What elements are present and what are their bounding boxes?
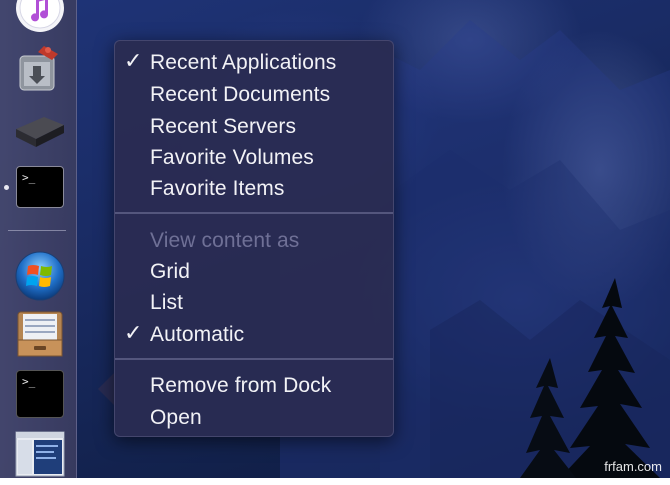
menu-item-remove-from-dock[interactable]: Remove from Dock (115, 370, 393, 400)
menu-item-label: Open (150, 406, 202, 429)
menu-separator (115, 212, 393, 214)
menu-item-recent-servers[interactable]: Recent Servers (115, 111, 393, 141)
checkmark-icon: ✓ (124, 321, 143, 346)
watermark-text: frfam.com (604, 459, 662, 474)
menu-item-label: Automatic (150, 323, 245, 346)
menu-item-label: Recent Documents (150, 83, 331, 106)
menu-item-grid[interactable]: Grid (115, 256, 393, 286)
menu-item-favorite-volumes[interactable]: Favorite Volumes (115, 142, 393, 172)
dock: >_ >_ (0, 0, 77, 478)
menu-item-label: Recent Servers (150, 115, 297, 138)
installer-icon[interactable] (14, 42, 66, 94)
drawer-icon[interactable] (14, 308, 66, 360)
server-drive-icon[interactable] (14, 103, 66, 155)
dock-context-menu: ✓ Recent Applications Recent Documents R… (114, 40, 394, 437)
menu-item-label: Grid (150, 260, 191, 283)
checkmark-icon: ✓ (124, 49, 143, 74)
menu-item-label: Remove from Dock (150, 374, 332, 397)
terminal-window-prompt-text: >_ (16, 370, 64, 418)
running-indicator (4, 185, 9, 190)
menu-item-recent-applications[interactable]: ✓ Recent Applications (115, 47, 393, 77)
pine-trees-graphic (520, 278, 660, 478)
dock-separator (8, 230, 66, 231)
terminal-prompt-text: >_ (16, 166, 64, 208)
menu-item-list[interactable]: List (115, 287, 393, 317)
menu-item-open[interactable]: Open (115, 402, 393, 432)
windows-icon[interactable] (14, 250, 66, 302)
terminal-window-icon[interactable]: >_ (14, 368, 66, 420)
menu-item-automatic[interactable]: ✓ Automatic (115, 319, 393, 349)
menu-item-label: View content as (150, 229, 300, 252)
menu-item-label: List (150, 291, 184, 314)
menu-item-favorite-items[interactable]: Favorite Items (115, 173, 393, 203)
menu-item-label: Recent Applications (150, 51, 337, 74)
menu-item-label: Favorite Items (150, 177, 285, 200)
itunes-icon[interactable] (14, 0, 66, 34)
menu-item-recent-documents[interactable]: Recent Documents (115, 79, 393, 109)
terminal-icon[interactable]: >_ (14, 164, 66, 216)
menu-item-label: Favorite Volumes (150, 146, 314, 169)
finder-window-thumbnail-icon[interactable] (14, 428, 66, 480)
menu-separator (115, 358, 393, 360)
menu-section-header-view-content-as: View content as (115, 225, 393, 255)
